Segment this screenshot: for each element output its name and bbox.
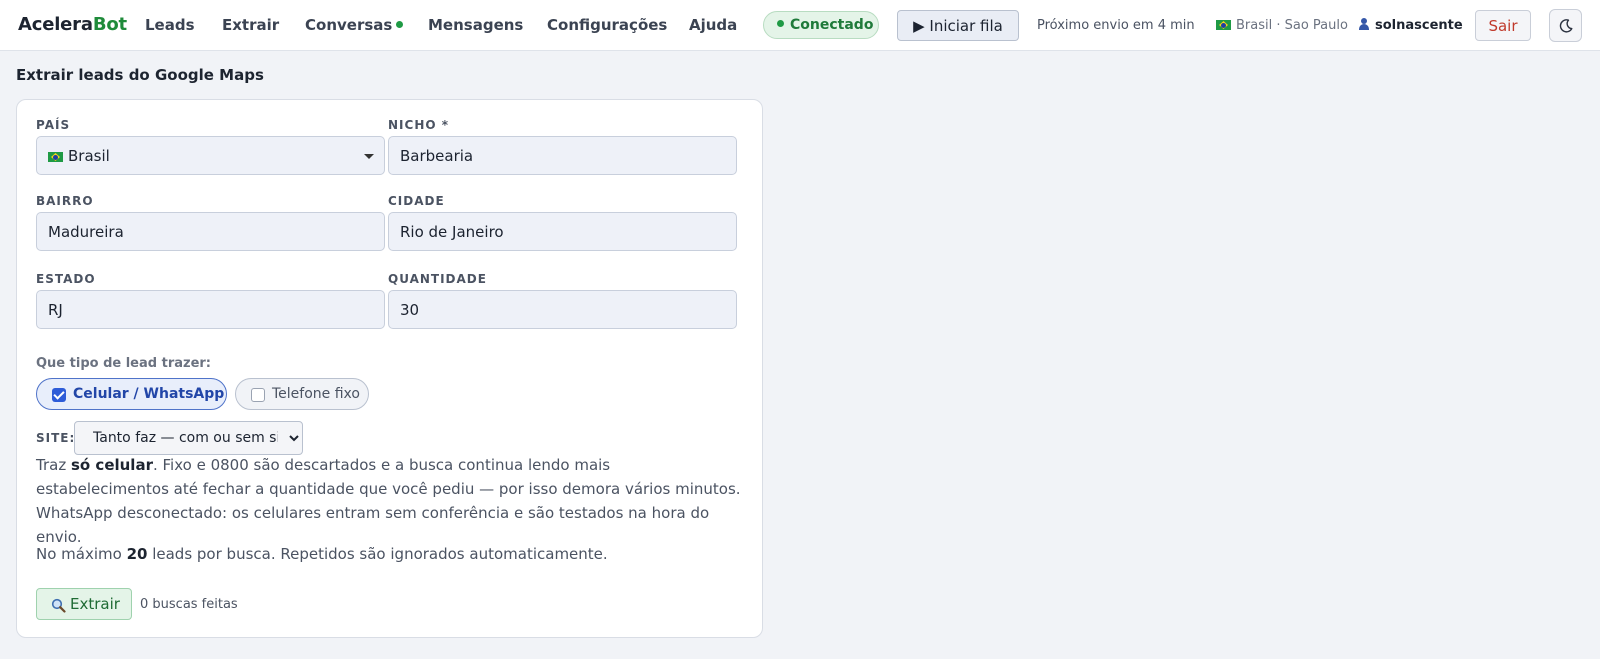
search-count: 0 buscas feitas (140, 597, 238, 612)
lead-type-mobile-label: Celular / WhatsApp (73, 386, 225, 402)
search-icon (51, 598, 66, 613)
country-label: PAÍS (36, 118, 71, 132)
locale-label: Brasil · Sao Paulo (1236, 18, 1348, 33)
nav-ajuda[interactable]: Ajuda (689, 16, 737, 34)
quantity-label: QUANTIDADE (388, 272, 487, 286)
info-mobile-only: Traz só celular. Fixo e 0800 são descart… (36, 453, 746, 501)
nav-conversas-label: Conversas (305, 16, 393, 34)
connection-status-badge: Conectado (763, 11, 879, 39)
moon-icon (1559, 19, 1573, 33)
extract-form-card: PAÍS Brasil NICHO * BAIRRO CIDADE ESTADO… (16, 99, 763, 638)
info-line1-prefix: Traz (36, 456, 71, 474)
checked-box-icon (52, 388, 66, 402)
nav-extrair[interactable]: Extrair (222, 16, 279, 34)
site-label: SITE: (36, 431, 76, 445)
info-limit-value: 20 (126, 545, 148, 563)
info-limit-prefix: No máximo (36, 545, 127, 563)
site-select[interactable]: Tanto faz — com ou sem site (74, 421, 303, 455)
state-input[interactable] (36, 290, 385, 329)
next-send-info: Próximo envio em 4 min (1037, 18, 1195, 33)
city-label: CIDADE (388, 194, 445, 208)
info-limit-suffix: leads por busca. Repetidos são ignorados… (147, 545, 608, 563)
theme-toggle-button[interactable] (1549, 9, 1582, 42)
logout-button[interactable]: Sair (1475, 10, 1531, 41)
brazil-flag-icon (48, 152, 63, 162)
country-value: Brasil (68, 147, 110, 165)
info-line1-bold: só celular (70, 456, 153, 474)
brand-name-part2: Bot (92, 14, 127, 35)
username: solnascente (1375, 18, 1463, 33)
extract-button[interactable]: Extrair (36, 588, 132, 620)
nav-conversas[interactable]: Conversas (305, 16, 404, 34)
brand-logo[interactable]: AceleraBot (18, 14, 127, 35)
status-dot-icon (777, 20, 784, 27)
connection-status-label: Conectado (790, 17, 874, 33)
nav-mensagens[interactable]: Mensagens (428, 16, 523, 34)
niche-input[interactable] (388, 136, 737, 175)
country-select[interactable]: Brasil (36, 136, 385, 175)
district-label: BAIRRO (36, 194, 94, 208)
lead-type-label: Que tipo de lead trazer: (36, 356, 211, 371)
page-title: Extrair leads do Google Maps (16, 66, 264, 84)
extract-button-label: Extrair (70, 595, 120, 613)
district-input[interactable] (36, 212, 385, 251)
city-input[interactable] (388, 212, 737, 251)
user-icon (1358, 18, 1370, 30)
lead-type-mobile-checkbox[interactable]: Celular / WhatsApp (36, 378, 227, 410)
info-limit: No máximo 20 leads por busca. Repetidos … (36, 542, 746, 566)
niche-label: NICHO * (388, 118, 450, 132)
brand-name-part1: Acelera (18, 14, 93, 35)
user-info: solnascente (1358, 18, 1463, 33)
top-navbar: AceleraBot Leads Extrair Conversas Mensa… (0, 0, 1600, 51)
lead-type-landline-checkbox[interactable]: Telefone fixo (235, 378, 369, 410)
nav-configuracoes[interactable]: Configurações (547, 16, 667, 34)
unread-dot-icon (396, 21, 404, 28)
quantity-input[interactable] (388, 290, 737, 329)
unchecked-box-icon (251, 388, 265, 402)
state-label: ESTADO (36, 272, 96, 286)
lead-type-landline-label: Telefone fixo (272, 386, 360, 402)
nav-leads[interactable]: Leads (145, 16, 195, 34)
locale-info: Brasil · Sao Paulo (1216, 18, 1348, 33)
brazil-flag-icon (1216, 20, 1231, 30)
start-queue-button[interactable]: ▶ Iniciar fila (897, 10, 1019, 41)
chevron-down-icon (364, 154, 374, 159)
